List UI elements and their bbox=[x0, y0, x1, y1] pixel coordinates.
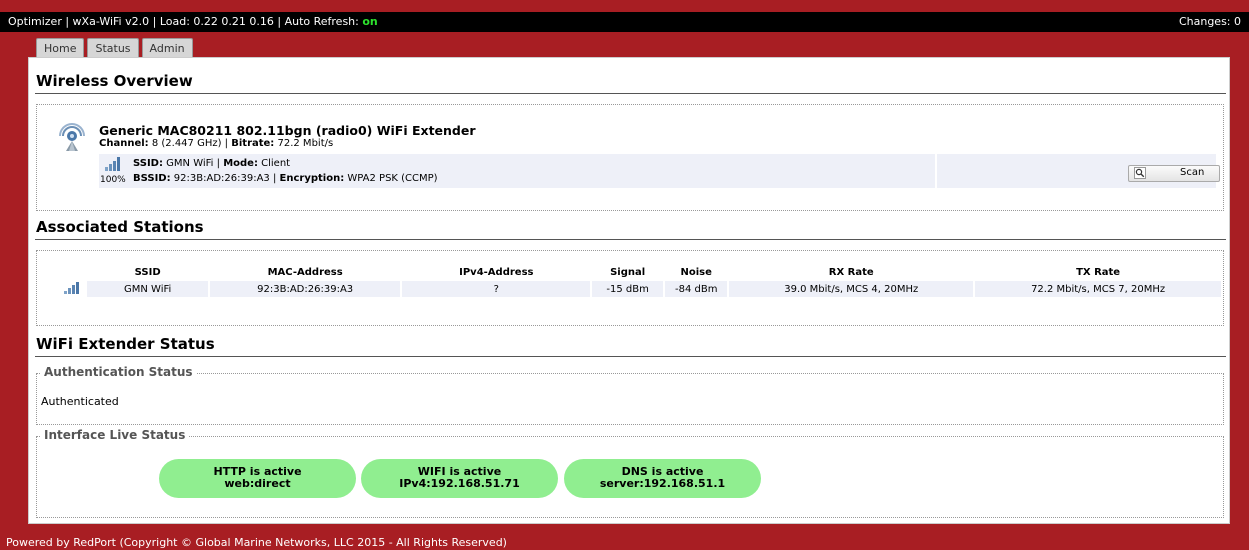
heading-rule bbox=[35, 93, 1226, 94]
channel-label: Channel: bbox=[99, 138, 149, 149]
table-row: GMN WiFi 92:3B:AD:26:39:A3 ? -15 dBm -84… bbox=[59, 281, 1221, 297]
col-signal: Signal bbox=[610, 267, 646, 278]
signal-strength-icon bbox=[64, 281, 80, 297]
magnifier-icon bbox=[1134, 167, 1146, 182]
col-ssid: SSID bbox=[134, 267, 161, 278]
col-tx-rate: TX Rate bbox=[1076, 267, 1121, 278]
footer-copyright: Powered by RedPort (Copyright © Global M… bbox=[6, 536, 507, 549]
station-ssid: GMN WiFi bbox=[87, 281, 208, 297]
station-noise: -84 dBm bbox=[665, 281, 728, 297]
ssid-label: SSID: bbox=[133, 158, 163, 169]
channel-value: 8 (2.447 GHz) | bbox=[148, 138, 232, 149]
station-signal: -15 dBm bbox=[592, 281, 664, 297]
station-tx-rate: 72.2 Mbit/s, MCS 7, 20MHz bbox=[975, 281, 1221, 297]
heading-rule bbox=[35, 239, 1226, 240]
encryption-label: Encryption: bbox=[279, 173, 345, 184]
station-mac: 92:3B:AD:26:39:A3 bbox=[209, 281, 401, 297]
system-status-text: Optimizer | wXa-WiFi v2.0 | Load: 0.22 0… bbox=[8, 15, 363, 28]
station-ipv4: ? bbox=[402, 281, 591, 297]
table-header-row: SSID MAC-Address IPv4-Address Signal Noi… bbox=[59, 264, 1221, 281]
main-content: Wireless Overview Generic MAC80211 802.1… bbox=[28, 57, 1230, 524]
encryption-value: WPA2 PSK (CCMP) bbox=[344, 173, 438, 184]
dns-status-pill: DNS is active server:192.168.51.1 bbox=[564, 459, 761, 498]
radio-antenna-icon bbox=[57, 122, 87, 155]
bssid-label: BSSID: bbox=[133, 173, 171, 184]
extender-status-heading: WiFi Extender Status bbox=[36, 335, 215, 353]
column-separator bbox=[935, 154, 937, 188]
scan-label: Scan bbox=[1180, 167, 1205, 178]
authentication-status-fieldset: Authentication Status Authenticated bbox=[36, 365, 1224, 425]
stations-table: SSID MAC-Address IPv4-Address Signal Noi… bbox=[57, 264, 1223, 297]
mode-label: Mode: bbox=[223, 158, 258, 169]
scan-button[interactable]: Scan bbox=[1128, 165, 1220, 182]
bitrate-label: Bitrate: bbox=[231, 138, 275, 149]
http-status-line2: web:direct bbox=[224, 477, 291, 490]
col-icon bbox=[59, 264, 85, 281]
associated-stations-box: SSID MAC-Address IPv4-Address Signal Noi… bbox=[36, 250, 1224, 326]
tab-home[interactable]: Home bbox=[36, 38, 85, 58]
wireless-overview-box: Generic MAC80211 802.11bgn (radio0) WiFi… bbox=[36, 104, 1224, 211]
auto-refresh-toggle[interactable]: on bbox=[362, 15, 377, 28]
signal-strength-icon bbox=[105, 157, 121, 174]
ssid-value: GMN WiFi | bbox=[162, 158, 224, 169]
top-status-bar: Optimizer | wXa-WiFi v2.0 | Load: 0.22 0… bbox=[0, 12, 1249, 32]
device-channel-line: Channel: 8 (2.447 GHz) | Bitrate: 72.2 M… bbox=[99, 138, 333, 149]
authentication-status-value: Authenticated bbox=[41, 395, 119, 408]
col-noise: Noise bbox=[680, 267, 712, 278]
wifi-status-line2: IPv4:192.168.51.71 bbox=[399, 477, 520, 490]
col-rx-rate: RX Rate bbox=[828, 267, 874, 278]
associated-stations-heading: Associated Stations bbox=[36, 218, 204, 236]
wireless-overview-heading: Wireless Overview bbox=[36, 72, 193, 90]
station-rx-rate: 39.0 Mbit/s, MCS 4, 20MHz bbox=[729, 281, 974, 297]
authentication-status-legend: Authentication Status bbox=[41, 365, 196, 379]
bssid-value: 92:3B:AD:26:39:A3 | bbox=[170, 173, 280, 184]
bitrate-value: 72.2 Mbit/s bbox=[274, 138, 334, 149]
ssid-mode-line: SSID: GMN WiFi | Mode: Client bbox=[133, 158, 290, 169]
dns-status-line2: server:192.168.51.1 bbox=[599, 477, 726, 490]
system-status: Optimizer | wXa-WiFi v2.0 | Load: 0.22 0… bbox=[8, 12, 378, 32]
main-tabs: Home Status Admin bbox=[36, 38, 196, 58]
tab-admin[interactable]: Admin bbox=[141, 38, 193, 58]
heading-rule bbox=[35, 356, 1226, 357]
tab-status[interactable]: Status bbox=[87, 38, 139, 58]
col-ipv4: IPv4-Address bbox=[459, 267, 534, 278]
http-status-pill: HTTP is active web:direct bbox=[159, 459, 356, 498]
station-signal-cell bbox=[59, 281, 86, 297]
wifi-status-pill: WIFI is active IPv4:192.168.51.71 bbox=[361, 459, 558, 498]
col-mac: MAC-Address bbox=[267, 267, 343, 278]
changes-counter[interactable]: Changes: 0 bbox=[1179, 12, 1241, 32]
interface-live-status-legend: Interface Live Status bbox=[41, 428, 189, 442]
bssid-encryption-line: BSSID: 92:3B:AD:26:39:A3 | Encryption: W… bbox=[133, 173, 438, 184]
device-title: Generic MAC80211 802.11bgn (radio0) WiFi… bbox=[99, 123, 476, 138]
mode-value: Client bbox=[257, 158, 291, 169]
interface-live-status-fieldset: Interface Live Status HTTP is active web… bbox=[36, 428, 1224, 518]
network-row: 100% SSID: GMN WiFi | Mode: Client BSSID… bbox=[99, 154, 1220, 188]
signal-percent: 100% bbox=[100, 175, 126, 185]
